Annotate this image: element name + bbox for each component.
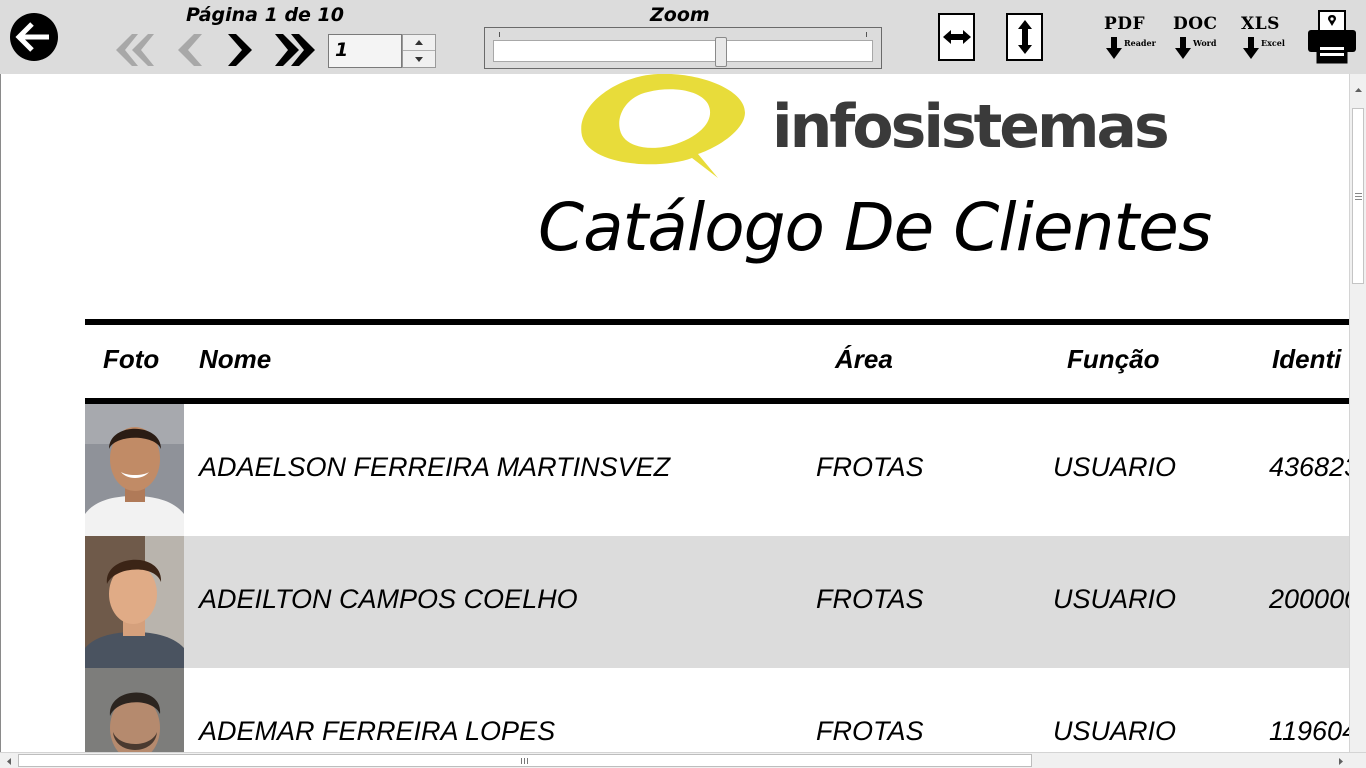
caret-up-icon [1354, 88, 1362, 92]
fit-height-button[interactable] [1006, 13, 1043, 61]
page-spinner [402, 34, 436, 68]
scroll-grip [1355, 199, 1362, 200]
export-doc-sub: Word [1193, 38, 1217, 48]
client-name: ADEMAR FERREIRA LOPES [199, 716, 556, 746]
page-down-button[interactable] [403, 51, 435, 67]
client-funcao: USUARIO [1053, 452, 1177, 482]
caret-up-icon [415, 40, 423, 45]
print-button[interactable] [1306, 10, 1358, 64]
column-header-identidade: Identi [1272, 344, 1342, 374]
page-indicator: Página 1 de 10 [186, 4, 344, 26]
horizontal-scroll-thumb[interactable] [18, 754, 1032, 767]
report-title: Catálogo De Clientes [538, 189, 1212, 266]
download-arrow-icon [1106, 37, 1122, 59]
export-xls-label: XLS [1241, 14, 1280, 34]
export-doc-button[interactable]: DOC Word [1173, 14, 1229, 62]
vertical-scroll-thumb[interactable] [1352, 108, 1364, 284]
person-photo-icon [85, 404, 184, 536]
client-area: FROTAS [816, 584, 924, 614]
logo-wordmark: infosistemas [772, 92, 1170, 162]
page-up-button[interactable] [403, 35, 435, 51]
caret-right-icon [1338, 757, 1343, 765]
infosistemas-logo-icon [581, 74, 745, 178]
table-row: ADEILTON CAMPOS COELHO FROTAS USUARIO 20… [85, 536, 1349, 668]
caret-left-icon [6, 757, 11, 765]
column-header-funcao: Função [1067, 344, 1160, 374]
scroll-up-button[interactable] [1350, 82, 1366, 98]
client-funcao: USUARIO [1053, 716, 1177, 746]
zoom-slider-thumb[interactable] [715, 37, 727, 67]
scroll-right-button[interactable] [1332, 753, 1349, 768]
table-row: ADEMAR FERREIRA LOPES FROTAS USUARIO 119… [85, 668, 1349, 752]
printer-icon [1308, 10, 1356, 64]
previous-page-button[interactable] [174, 33, 204, 67]
next-page-button[interactable] [226, 33, 256, 67]
fit-width-icon [942, 30, 971, 44]
first-page-button[interactable] [112, 33, 156, 67]
back-arrow-icon [10, 13, 58, 61]
table-row: ADAELSON FERREIRA MARTINSVEZ FROTAS USUA… [85, 404, 1349, 536]
column-header-foto: Foto [103, 344, 160, 374]
scroll-grip [1355, 193, 1362, 194]
back-button[interactable] [9, 12, 59, 62]
zoom-label: Zoom [650, 4, 710, 26]
person-photo-icon [85, 668, 184, 752]
export-xls-sub: Excel [1261, 38, 1285, 48]
client-identidade: 119604 [1269, 716, 1349, 746]
export-pdf-button[interactable]: PDF Reader [1104, 14, 1160, 62]
scroll-grip [527, 758, 528, 764]
horizontal-scrollbar[interactable] [0, 752, 1366, 768]
header-top-rule [85, 319, 1349, 325]
client-identidade: 200000 [1269, 584, 1349, 614]
zoom-tick [866, 32, 867, 37]
zoom-slider[interactable] [484, 27, 882, 69]
report-toolbar: Página 1 de 10 1 Zoom PDF Reader DOC Wor… [0, 0, 1366, 74]
person-photo-icon [85, 536, 184, 668]
client-photo [85, 404, 184, 536]
client-photo [85, 668, 184, 752]
client-area: FROTAS [816, 452, 924, 482]
page-number-input[interactable]: 1 [328, 34, 402, 68]
export-xls-button[interactable]: XLS Excel [1241, 14, 1297, 62]
last-page-button[interactable] [273, 33, 319, 67]
client-area: FROTAS [816, 716, 924, 746]
client-photo [85, 536, 184, 668]
scroll-grip [524, 758, 525, 764]
vertical-scrollbar[interactable] [1349, 74, 1366, 752]
export-pdf-label: PDF [1104, 14, 1146, 34]
client-funcao: USUARIO [1053, 584, 1177, 614]
client-identidade: 436823 [1269, 452, 1349, 482]
scroll-left-button[interactable] [0, 753, 17, 768]
client-name: ADAELSON FERREIRA MARTINSVEZ [199, 452, 671, 482]
report-page: infosistemas Catálogo De Clientes Foto N… [0, 74, 1349, 752]
download-arrow-icon [1175, 37, 1191, 59]
fit-width-button[interactable] [938, 13, 975, 61]
scroll-grip [1355, 196, 1362, 197]
zoom-tick [499, 32, 500, 37]
column-header-area: Área [835, 344, 893, 374]
client-name: ADEILTON CAMPOS COELHO [199, 584, 578, 614]
fit-height-icon [1017, 20, 1032, 54]
export-pdf-sub: Reader [1124, 38, 1156, 48]
first-page-icon [116, 34, 154, 66]
download-arrow-icon [1243, 37, 1259, 59]
column-header-nome: Nome [199, 344, 272, 374]
last-page-icon [275, 34, 315, 66]
zoom-track [493, 40, 873, 62]
caret-down-icon [415, 56, 423, 62]
export-doc-label: DOC [1173, 14, 1218, 34]
previous-page-icon [178, 34, 202, 66]
next-page-icon [228, 34, 252, 66]
scroll-grip [521, 758, 522, 764]
